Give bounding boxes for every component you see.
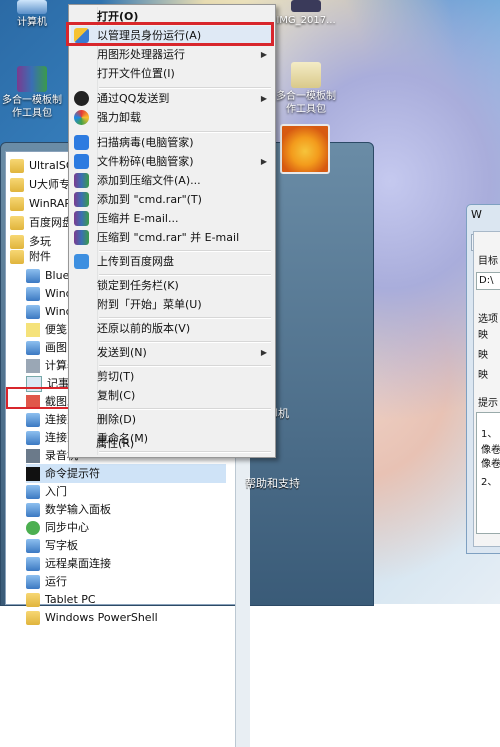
desktop-icon-computer[interactable]: 计算机 <box>2 0 62 29</box>
side-window: W 挂载 目标 D:\ 选项 映 映 映 提示 1、 像卷 像卷 2、 <box>466 204 500 554</box>
winrar-icon <box>74 192 89 207</box>
mapping-option-1[interactable]: 映 <box>478 326 488 341</box>
folder-icon <box>10 177 24 192</box>
folder-open-icon <box>10 249 24 264</box>
cmd-icon <box>26 466 40 481</box>
qq-penguin-icon <box>74 91 89 106</box>
folder-icon <box>10 196 24 211</box>
program-folder-accessories[interactable]: 附件 <box>10 247 51 266</box>
options-label: 选项 <box>478 314 498 325</box>
submenu-arrow-icon: ▶ <box>260 50 267 59</box>
calculator-icon <box>26 358 40 373</box>
program-sticky-notes[interactable]: 便笺 <box>26 320 67 339</box>
program-folder-winrar[interactable]: WinRAR <box>10 194 72 213</box>
folder-icon <box>291 62 321 88</box>
menu-item-shred-file[interactable]: 文件粉碎(电脑管家) ▶ <box>71 152 273 171</box>
menu-item-properties[interactable]: 属性(R) <box>70 434 272 453</box>
folder-icon <box>10 215 24 230</box>
submenu-arrow-icon: ▶ <box>260 348 267 357</box>
tip-line: 1、 <box>481 429 498 440</box>
mapping-option-2[interactable]: 映 <box>478 346 488 361</box>
menu-item-restore-versions[interactable]: 还原以前的版本(V) <box>71 319 273 338</box>
program-folder-ultraiso[interactable]: UltraISO <box>10 156 75 175</box>
menu-item-open-file-location[interactable]: 打开文件位置(I) <box>71 64 273 83</box>
bluetooth-icon <box>26 268 40 283</box>
remote-desktop-icon <box>26 556 40 571</box>
windows-app-icon <box>26 286 40 301</box>
paint-icon <box>26 340 40 355</box>
windows-app-icon <box>26 304 40 319</box>
program-math-input[interactable]: 数学输入面板 <box>26 500 111 519</box>
tip-line: 像卷 <box>481 445 500 456</box>
program-folder-baidu[interactable]: 百度网盘 <box>10 213 73 232</box>
sync-icon <box>26 520 40 535</box>
menu-item-add-to-cmd-rar[interactable]: 添加到 "cmd.rar"(T) <box>71 190 273 209</box>
mapping-option-3[interactable]: 映 <box>478 366 488 381</box>
winrar-icon <box>74 173 89 188</box>
menu-item-run-with-gpu[interactable]: 用图形处理器运行 ▶ <box>71 45 273 64</box>
tips-label: 提示 <box>478 398 498 409</box>
menu-item-cut[interactable]: 剪切(T) <box>71 367 273 386</box>
menu-item-delete[interactable]: 删除(D) <box>71 410 273 429</box>
menu-item-compress-email[interactable]: 压缩并 E-mail... <box>71 209 273 228</box>
menu-item-add-to-archive[interactable]: 添加到压缩文件(A)... <box>71 171 273 190</box>
pc-manager-shield-icon <box>74 154 89 169</box>
winrar-icon <box>74 211 89 226</box>
tip-line: 像卷 <box>481 459 500 470</box>
tips-textbox: 1、 像卷 像卷 2、 <box>476 412 500 534</box>
menu-item-compress-cmd-rar-email[interactable]: 压缩到 "cmd.rar" 并 E-mail <box>71 228 273 247</box>
pc-manager-shield-icon <box>74 135 89 150</box>
target-label: 目标 <box>478 256 498 267</box>
program-sync-center[interactable]: 同步中心 <box>26 518 89 537</box>
image-file-icon <box>291 0 321 12</box>
program-paint[interactable]: 画图 <box>26 338 67 357</box>
rar-archive-icon <box>17 66 47 92</box>
menu-item-upload-baidu[interactable]: 上传到百度网盘 <box>71 252 273 271</box>
microphone-icon <box>26 448 40 463</box>
menu-item-send-to[interactable]: 发送到(N) ▶ <box>71 343 273 362</box>
window-body: 目标 D:\ 选项 映 映 映 提示 1、 像卷 像卷 2、 <box>473 231 500 547</box>
menu-item-force-uninstall[interactable]: 强力卸载 <box>71 108 273 127</box>
network-icon <box>26 412 40 427</box>
program-command-prompt[interactable]: 命令提示符 <box>26 464 226 483</box>
baidu-netdisk-icon <box>74 254 89 269</box>
folder-icon <box>26 610 40 625</box>
menu-item-copy[interactable]: 复制(C) <box>71 386 273 405</box>
program-getting-started[interactable]: 入门 <box>26 482 67 501</box>
program-remote-desktop[interactable]: 远程桌面连接 <box>26 554 111 573</box>
target-input[interactable]: D:\ <box>476 272 500 290</box>
projector-icon <box>26 430 40 445</box>
menu-item-send-via-qq[interactable]: 通过QQ发送到 ▶ <box>71 89 273 108</box>
window-title: W <box>471 208 482 221</box>
submenu-arrow-icon: ▶ <box>260 94 267 103</box>
tip-line: 2、 <box>481 477 498 488</box>
context-menu: 打开(O) 以管理员身份运行(A) 用图形处理器运行 ▶ 打开文件位置(I) 通过… <box>68 4 276 458</box>
computer-icon <box>17 0 47 14</box>
submenu-arrow-icon: ▶ <box>260 157 267 166</box>
menu-item-pin-start[interactable]: 附到「开始」菜单(U) <box>71 295 273 314</box>
menu-item-pin-taskbar[interactable]: 锁定到任务栏(K) <box>71 276 273 295</box>
folder-icon <box>26 592 40 607</box>
program-folder-powershell[interactable]: Windows PowerShell <box>26 608 158 627</box>
winrar-icon <box>74 230 89 245</box>
desktop-icon-template-kit-2[interactable]: 多合一模板制作工具包 <box>276 62 336 116</box>
getting-started-icon <box>26 484 40 499</box>
desktop-icon-template-kit[interactable]: 多合一模板制作工具包 <box>2 66 62 120</box>
desktop-icon-img[interactable]: IMG_2017... <box>276 0 336 27</box>
folder-icon <box>10 158 24 173</box>
help-support-link[interactable]: 帮助和支持 <box>245 475 300 491</box>
wordpad-icon <box>26 538 40 553</box>
user-picture-flower[interactable] <box>280 124 330 174</box>
run-as-admin-highlight-box <box>66 22 274 46</box>
uninstall-icon <box>74 110 89 125</box>
sticky-note-icon <box>26 322 40 337</box>
program-folder-tablet-pc[interactable]: Tablet PC <box>26 590 96 609</box>
math-input-icon <box>26 502 40 517</box>
program-run[interactable]: 运行 <box>26 572 67 591</box>
run-icon <box>26 574 40 589</box>
menu-item-scan-virus[interactable]: 扫描病毒(电脑管家) <box>71 133 273 152</box>
program-wordpad[interactable]: 写字板 <box>26 536 78 555</box>
